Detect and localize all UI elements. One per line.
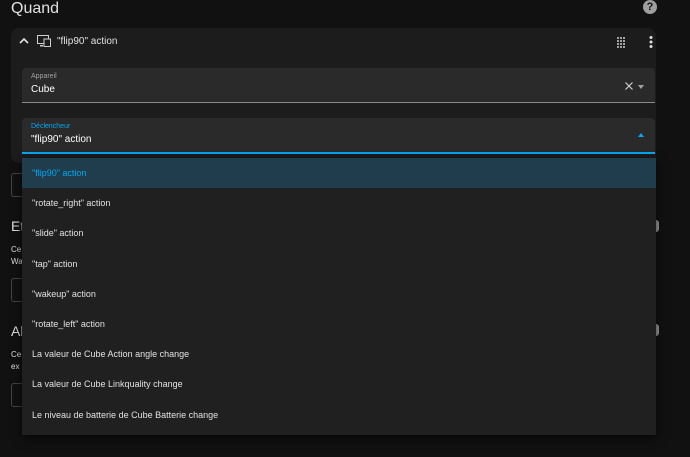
trigger-card-title: "flip90" action xyxy=(57,36,118,47)
menu-option[interactable]: Le niveau de batterie de Cube Batterie c… xyxy=(22,400,656,430)
chevron-up-icon[interactable] xyxy=(19,36,29,46)
clear-icon[interactable] xyxy=(625,82,633,90)
device-select-value: Cube xyxy=(31,84,55,95)
menu-option[interactable]: "slide" action xyxy=(22,218,656,248)
menu-option[interactable]: "rotate_left" action xyxy=(22,309,656,339)
menu-option-selected[interactable]: "flip90" action xyxy=(22,158,656,188)
section-title: Quand xyxy=(11,0,60,17)
trigger-options-menu: "flip90" action "rotate_right" action "s… xyxy=(22,158,656,435)
menu-option[interactable]: "tap" action xyxy=(22,249,656,279)
description-fragment: ex xyxy=(11,362,20,371)
device-icon xyxy=(37,35,51,47)
menu-option[interactable]: "wakeup" action xyxy=(22,279,656,309)
description-fragment: Wa xyxy=(11,257,23,266)
description-fragment: Ce xyxy=(11,350,22,359)
menu-option[interactable]: La valeur de Cube Linkquality change xyxy=(22,369,656,399)
dropdown-arrow-icon[interactable] xyxy=(638,133,644,137)
trigger-select-label: Déclencheur xyxy=(31,123,71,130)
more-vert-icon[interactable] xyxy=(649,36,653,48)
menu-option[interactable]: La valeur de Cube Action angle change xyxy=(22,339,656,369)
trigger-select-value: "flip90" action xyxy=(31,134,92,145)
help-icon-fragment xyxy=(656,220,659,232)
description-fragment: Ce xyxy=(11,245,22,254)
help-icon-fragment xyxy=(656,324,659,336)
trigger-select[interactable]: Déclencheur "flip90" action xyxy=(22,118,655,154)
dropdown-arrow-icon[interactable] xyxy=(638,85,644,89)
device-select-label: Appareil xyxy=(31,73,57,80)
device-select[interactable]: Appareil Cube xyxy=(22,68,655,103)
menu-option[interactable]: "rotate_right" action xyxy=(22,188,656,218)
drag-handle-icon[interactable] xyxy=(616,36,626,48)
help-icon[interactable]: ? xyxy=(643,0,657,14)
